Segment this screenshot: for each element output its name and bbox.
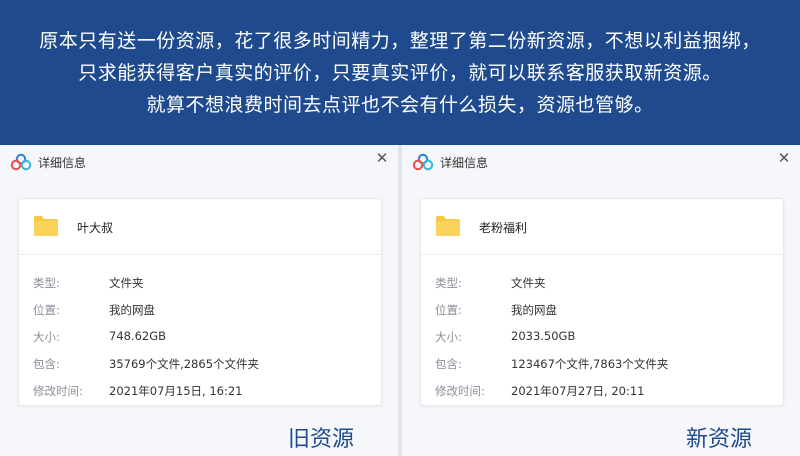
folder-name: 叶大叔 [77,221,114,235]
details-panel-new: 详细信息 ✕ 老粉福利 类型: 文件夹 位置: 我的网盘 大小: 2033.50… [402,145,800,456]
folder-name: 老粉福利 [479,221,528,235]
info-label: 大小: [435,330,462,344]
info-value: 2021年07月27日, 20:11 [511,384,645,398]
file-header: 叶大叔 [19,199,381,255]
info-label: 大小: [33,330,60,344]
info-value: 文件夹 [511,276,546,290]
info-label: 位置: [33,303,60,317]
banner-line-2: 只求能获得客户真实的评价，只要真实评价，就可以联系客服获取新资源。 [78,61,722,84]
info-label: 包含: [33,357,60,371]
caption-new-resource: 新资源 [686,427,753,452]
cloud-logo-icon [10,153,32,171]
banner-line-3: 就算不想浪费时间去点评也不会有什么损失，资源也管够。 [146,93,654,116]
file-details-card: 叶大叔 类型: 文件夹 位置: 我的网盘 大小: 748.62GB 包含: 35… [18,198,382,406]
file-details-card: 老粉福利 类型: 文件夹 位置: 我的网盘 大小: 2033.50GB 包含: … [420,198,784,406]
close-icon[interactable]: ✕ [776,150,792,166]
panel-header: 详细信息 [0,145,398,179]
info-value: 123467个文件,7863个文件夹 [511,357,669,371]
info-value: 748.62GB [109,329,167,343]
info-label: 包含: [435,357,462,371]
file-header: 老粉福利 [421,199,783,255]
info-value: 35769个文件,2865个文件夹 [109,357,260,371]
banner-line-1: 原本只有送一份资源，花了很多时间精力，整理了第二份新资源，不想以利益捆绑， [39,29,761,52]
info-label: 修改时间: [33,384,83,398]
info-value: 我的网盘 [511,303,557,317]
info-value: 2021年07月15日, 16:21 [109,384,243,398]
info-label: 修改时间: [435,384,485,398]
details-panel-old: 详细信息 ✕ 叶大叔 类型: 文件夹 位置: 我的网盘 大小: 748.62GB… [0,145,398,456]
caption-old-resource: 旧资源 [288,427,355,452]
panel-header: 详细信息 [402,145,800,179]
info-label: 类型: [33,276,60,290]
folder-icon [435,215,461,237]
panel-title: 详细信息 [440,155,489,170]
info-value: 我的网盘 [109,303,155,317]
close-icon[interactable]: ✕ [374,150,390,166]
cloud-logo-icon [412,153,434,171]
info-value: 2033.50GB [511,329,576,343]
folder-icon [33,215,59,237]
promo-banner: 原本只有送一份资源，花了很多时间精力，整理了第二份新资源，不想以利益捆绑， 只求… [0,0,800,145]
info-label: 类型: [435,276,462,290]
panel-title: 详细信息 [38,155,87,170]
info-value: 文件夹 [109,276,144,290]
info-label: 位置: [435,303,462,317]
